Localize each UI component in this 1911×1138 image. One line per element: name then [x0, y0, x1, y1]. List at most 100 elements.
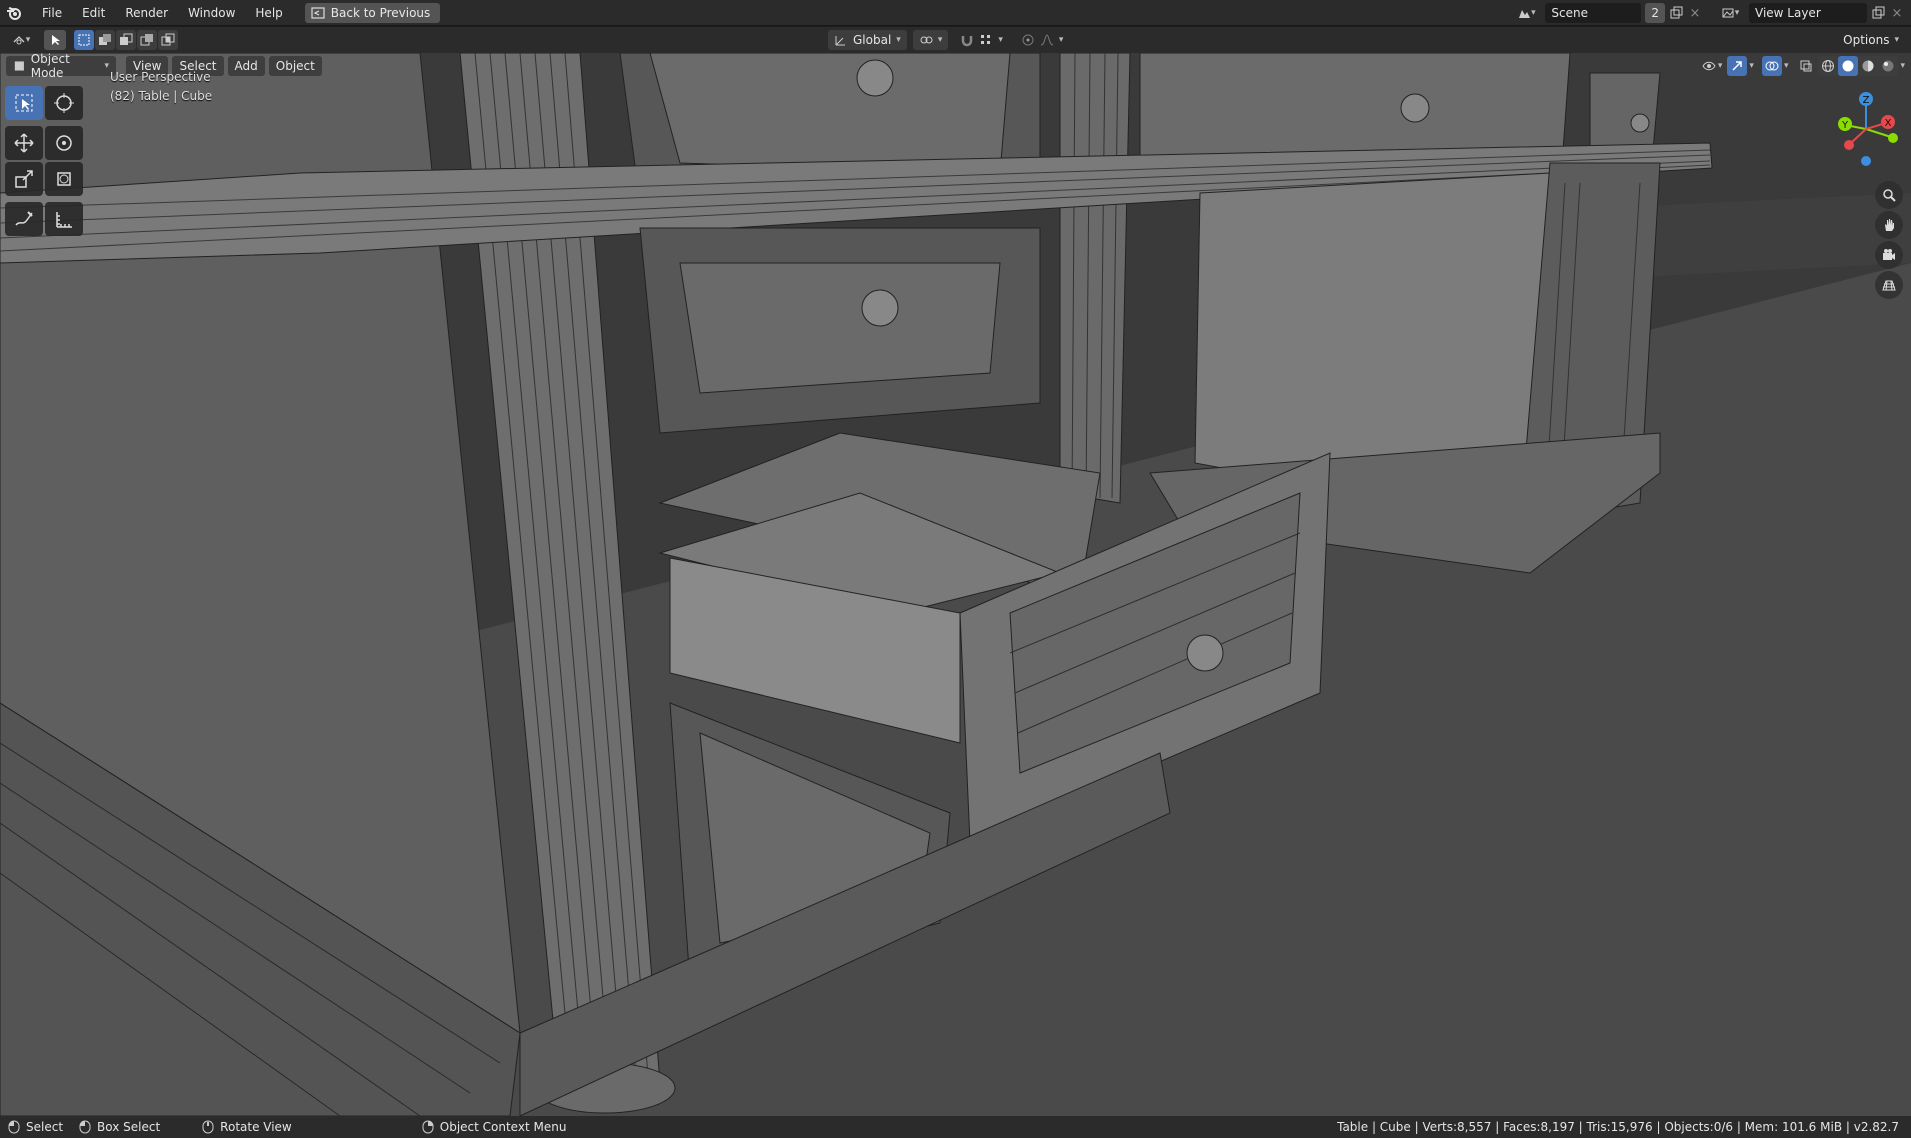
- scene-name-field[interactable]: Scene: [1545, 3, 1642, 23]
- camera-icon: [1883, 249, 1895, 260]
- pan-button[interactable]: [1875, 211, 1903, 239]
- chevron-down-icon: ▾: [25, 35, 31, 45]
- visibility-dropdown[interactable]: ▾: [1699, 56, 1726, 76]
- editor-type-button[interactable]: ▾: [6, 30, 36, 50]
- pivot-point-dropdown[interactable]: ▾: [912, 30, 949, 50]
- mode-extend-selection[interactable]: [95, 30, 115, 50]
- scene-render[interactable]: [0, 53, 1911, 1116]
- chevron-down-icon[interactable]: ▾: [1784, 61, 1789, 71]
- 3d-viewport[interactable]: Object Mode ▾ View Select Add Object Use…: [0, 53, 1911, 1116]
- navigation-gizmo[interactable]: Z X Y: [1831, 89, 1901, 169]
- annotate-tool[interactable]: [5, 202, 43, 236]
- scene-users-count[interactable]: 2: [1645, 3, 1665, 23]
- tool-settings-header: ▾ Global ▾ ▾ ▾ ▾ Options ▾: [0, 27, 1911, 53]
- menu-render[interactable]: Render: [115, 0, 178, 26]
- select-box-tool[interactable]: [5, 86, 43, 120]
- menu-edit[interactable]: Edit: [72, 0, 115, 26]
- chevron-down-icon: ▾: [1734, 8, 1740, 18]
- select-extend-icon: [99, 34, 111, 45]
- menu-window[interactable]: Window: [178, 0, 245, 26]
- menu-help[interactable]: Help: [245, 0, 292, 26]
- chevron-down-icon: ▾: [1894, 35, 1899, 45]
- pivot-point-icon: [920, 36, 933, 44]
- mode-intersect-selection[interactable]: [158, 30, 178, 50]
- blender-logo-icon[interactable]: [6, 5, 22, 21]
- rendered-sphere-icon: [1882, 60, 1894, 72]
- select-subtract-icon: [120, 33, 133, 45]
- options-dropdown[interactable]: Options ▾: [1837, 30, 1905, 50]
- mode-invert-selection[interactable]: [137, 30, 157, 50]
- chevron-down-icon: ▾: [104, 61, 109, 71]
- cursor-tool[interactable]: [45, 86, 83, 120]
- transform-orientation-dropdown[interactable]: Global ▾: [828, 30, 907, 50]
- zoom-button[interactable]: [1875, 181, 1903, 209]
- proportional-editing-toggle[interactable]: ▾: [1015, 30, 1070, 50]
- measure-tool[interactable]: [45, 202, 83, 236]
- chevron-down-icon[interactable]: ▾: [1749, 61, 1754, 71]
- projection-toggle-button[interactable]: [1875, 271, 1903, 299]
- mode-new-selection[interactable]: [74, 30, 94, 50]
- new-view-layer-icon[interactable]: [1871, 6, 1885, 20]
- delete-scene-icon[interactable]: ×: [1687, 6, 1703, 21]
- view-layer-browse-button[interactable]: ▾: [1715, 3, 1745, 23]
- scene-statistics: Table | Cube | Verts:8,557 | Faces:8,197…: [1337, 1120, 1899, 1134]
- object-mode-icon: [14, 61, 24, 71]
- snap-toggle[interactable]: ▾: [954, 30, 1009, 50]
- menu-file[interactable]: File: [32, 0, 72, 26]
- 3d-viewport-icon: [13, 36, 25, 45]
- chevron-down-icon: ▾: [1717, 61, 1723, 71]
- measure-ruler-icon: [56, 212, 72, 228]
- 3d-cursor-icon: [54, 93, 74, 113]
- hand-icon: [1885, 219, 1894, 231]
- overlays-icon: [1765, 61, 1779, 71]
- shading-solid-button[interactable]: [1838, 56, 1859, 76]
- back-to-previous-button[interactable]: Back to Previous: [304, 2, 441, 23]
- transform-tool[interactable]: [45, 162, 83, 196]
- status-bar: Select Box Select Rotate View Object Con…: [0, 1116, 1911, 1138]
- rotate-tool[interactable]: [45, 126, 83, 160]
- move-tool[interactable]: [5, 126, 43, 160]
- drawer-knob: [1186, 634, 1224, 672]
- wireframe-sphere-icon: [1822, 60, 1835, 72]
- viewport-display-header: ▾ ▾ ▾ ▾: [1699, 56, 1905, 76]
- active-tool-button[interactable]: [44, 30, 66, 50]
- xray-toggle[interactable]: [1796, 56, 1816, 76]
- shading-wireframe-button[interactable]: [1818, 56, 1838, 76]
- scene-browse-button[interactable]: ▾: [1511, 3, 1542, 23]
- scene-selector-area: ▾ Scene 2 × ▾ View Layer ×: [1511, 0, 1911, 26]
- view-layer-name-field[interactable]: View Layer: [1749, 3, 1867, 23]
- middle-drawer-front: [679, 262, 1001, 394]
- status-box-select-label: Box Select: [97, 1120, 161, 1134]
- material-sphere-icon: [1862, 60, 1874, 72]
- scale-tool[interactable]: [5, 162, 43, 196]
- mode-subtract-selection[interactable]: [116, 30, 136, 50]
- move-arrows-icon: [14, 133, 34, 153]
- camera-view-button[interactable]: [1875, 241, 1903, 269]
- select-intersect-icon: [161, 33, 175, 46]
- shading-rendered-button[interactable]: [1878, 56, 1898, 76]
- delete-view-layer-icon[interactable]: ×: [1889, 6, 1905, 21]
- transform-orientation-value: Global: [853, 33, 892, 47]
- chevron-down-icon: ▾: [1058, 35, 1064, 45]
- viewport-menu-object[interactable]: Object: [268, 56, 322, 76]
- gizmo-toggle[interactable]: [1727, 56, 1748, 76]
- magnet-icon: [962, 36, 973, 47]
- status-context-menu-label: Object Context Menu: [439, 1120, 567, 1134]
- orientation-global-icon: [835, 36, 845, 46]
- drawer-knob: [856, 59, 894, 97]
- viewport-menu-add[interactable]: Add: [227, 56, 265, 76]
- overlays-toggle[interactable]: [1761, 56, 1782, 76]
- status-context-menu-hint: Object Context Menu: [422, 1120, 567, 1134]
- viewport-toolbar: [5, 86, 84, 238]
- object-mode-dropdown[interactable]: Object Mode ▾: [6, 53, 116, 80]
- shading-material-button[interactable]: [1858, 56, 1878, 76]
- transform-icon: [57, 172, 71, 186]
- chevron-down-icon[interactable]: ▾: [1900, 61, 1905, 71]
- chevron-down-icon: ▾: [1531, 8, 1536, 18]
- status-rotate-view-label: Rotate View: [220, 1120, 292, 1134]
- new-scene-icon[interactable]: [1669, 6, 1683, 20]
- zoom-magnifier-icon: [1883, 189, 1896, 202]
- falloff-curve-icon: [1040, 34, 1054, 46]
- solid-sphere-icon: [1842, 60, 1854, 72]
- chevron-down-icon: ▾: [937, 35, 943, 45]
